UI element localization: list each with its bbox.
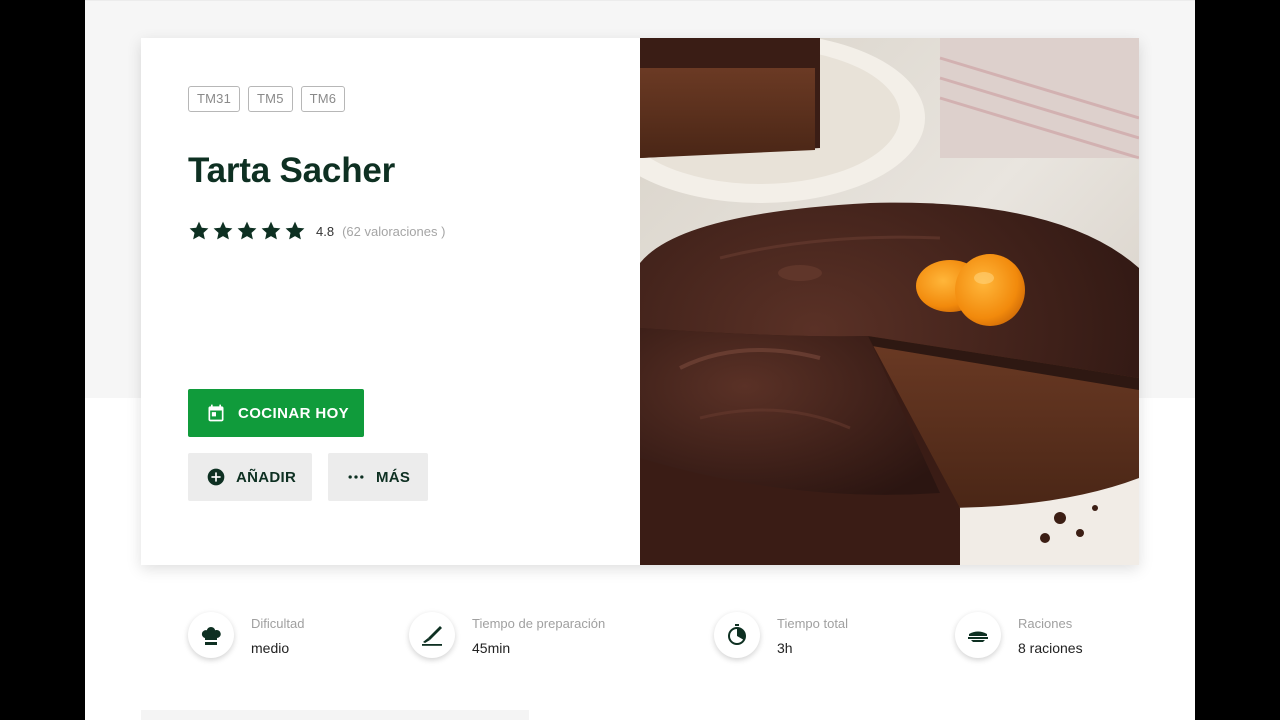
cook-today-button[interactable]: COCINAR HOY bbox=[188, 389, 364, 437]
star-icon bbox=[261, 221, 281, 240]
info-prep-time: Tiempo de preparación 45min bbox=[409, 612, 605, 658]
timer-icon bbox=[714, 612, 760, 658]
rating-value: 4.8 bbox=[316, 223, 335, 239]
servings-value: 8 raciones bbox=[1018, 640, 1083, 656]
servings-icon bbox=[955, 612, 1001, 658]
info-servings: Raciones 8 raciones bbox=[955, 612, 1083, 658]
device-tags: TM31 TM5 TM6 bbox=[188, 86, 346, 112]
cook-today-label: COCINAR HOY bbox=[238, 404, 350, 422]
add-label: AÑADIR bbox=[236, 468, 297, 486]
chef-hat-icon bbox=[188, 612, 234, 658]
info-total-time: Tiempo total 3h bbox=[714, 612, 848, 658]
sacher-cake-photo bbox=[640, 38, 1139, 565]
recipe-summary: TM31 TM5 TM6 Tarta Sacher 4.8 (62 valora… bbox=[141, 38, 640, 565]
plus-circle-icon bbox=[207, 468, 225, 486]
rating-stars bbox=[188, 220, 306, 242]
info-difficulty: Dificultad medio bbox=[188, 612, 304, 658]
star-icon bbox=[213, 221, 233, 240]
total-time-value: 3h bbox=[777, 640, 793, 656]
servings-label: Raciones bbox=[1018, 616, 1073, 631]
star-icon bbox=[285, 221, 305, 240]
recipe-image bbox=[640, 38, 1139, 565]
calendar-icon bbox=[208, 404, 224, 422]
more-dots-icon bbox=[348, 475, 364, 479]
rating-count: (62 valoraciones ) bbox=[342, 223, 446, 239]
difficulty-value: medio bbox=[251, 640, 290, 656]
difficulty-label: Dificultad bbox=[251, 616, 305, 631]
prep-time-value: 45min bbox=[472, 640, 511, 656]
tag-tm31: TM31 bbox=[188, 86, 241, 112]
recipe-hero-card: TM31 TM5 TM6 Tarta Sacher 4.8 (62 valora… bbox=[141, 38, 1139, 565]
star-icon bbox=[237, 221, 257, 240]
add-button[interactable]: AÑADIR bbox=[188, 453, 312, 501]
more-button[interactable]: MÁS bbox=[328, 453, 428, 501]
rating[interactable]: 4.8 (62 valoraciones ) bbox=[188, 220, 445, 242]
knife-icon bbox=[409, 612, 455, 658]
total-time-label: Tiempo total bbox=[777, 616, 849, 631]
tag-tm5: TM5 bbox=[248, 86, 293, 112]
page: TM31 TM5 TM6 Tarta Sacher 4.8 (62 valora… bbox=[85, 0, 1195, 720]
tag-tm6: TM6 bbox=[300, 86, 346, 112]
more-label: MÁS bbox=[376, 468, 411, 486]
content-placeholder-strip bbox=[141, 710, 529, 720]
recipe-info-row: Dificultad medio Tiempo de preparación 4… bbox=[85, 612, 1195, 672]
star-icon bbox=[189, 221, 209, 240]
prep-time-label: Tiempo de preparación bbox=[472, 616, 606, 631]
recipe-title: Tarta Sacher bbox=[188, 151, 396, 190]
